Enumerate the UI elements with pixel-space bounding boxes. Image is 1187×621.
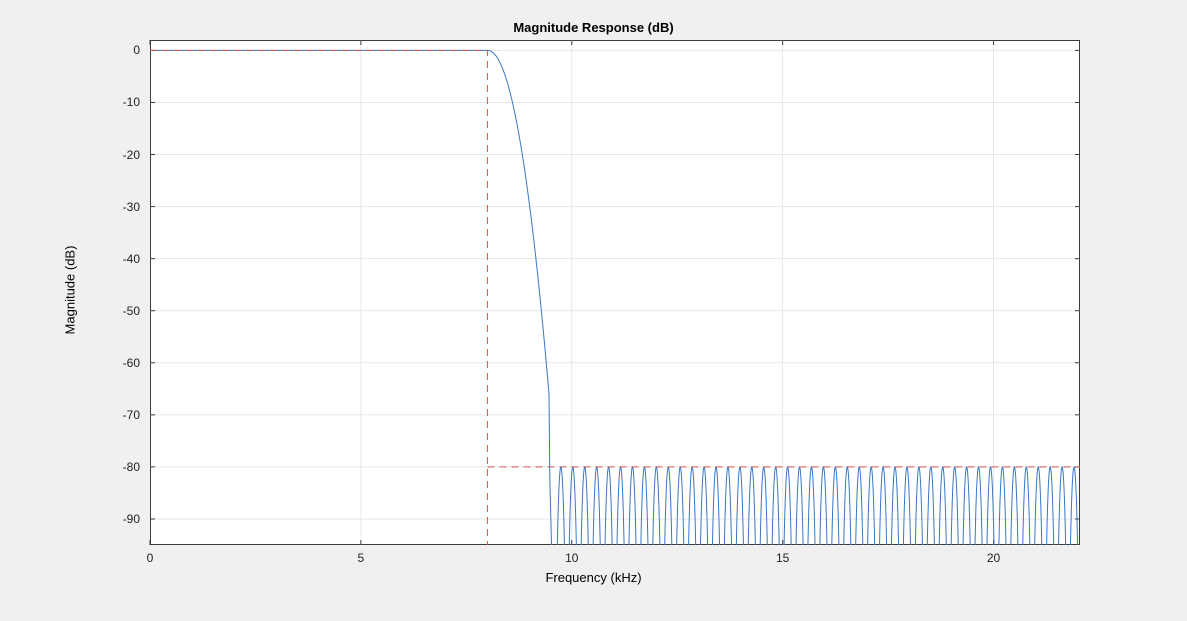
y-tick-label: -70 [100,408,140,422]
spec-passband-mask [150,50,487,545]
y-tick-label: -30 [100,200,140,214]
x-tick-label: 5 [358,551,365,565]
y-tick-label: -10 [100,95,140,109]
y-tick-label: -60 [100,356,140,370]
y-tick-label: 0 [100,43,140,57]
chart-title: Magnitude Response (dB) [0,20,1187,35]
x-tick-label: 20 [987,551,1000,565]
plot-canvas [150,40,1080,545]
x-tick-label: 10 [565,551,578,565]
x-tick-label: 0 [147,551,154,565]
x-tick-label: 15 [776,551,789,565]
y-axis-label: Magnitude (dB) [63,246,78,335]
y-tick-label: -40 [100,252,140,266]
y-tick-label: -90 [100,512,140,526]
response-curve [150,50,1080,621]
figure-window: Magnitude Response (dB) Magnitude (dB) F… [0,0,1187,621]
x-axis-label: Frequency (kHz) [0,570,1187,585]
y-tick-label: -50 [100,304,140,318]
y-tick-label: -20 [100,148,140,162]
y-tick-label: -80 [100,460,140,474]
